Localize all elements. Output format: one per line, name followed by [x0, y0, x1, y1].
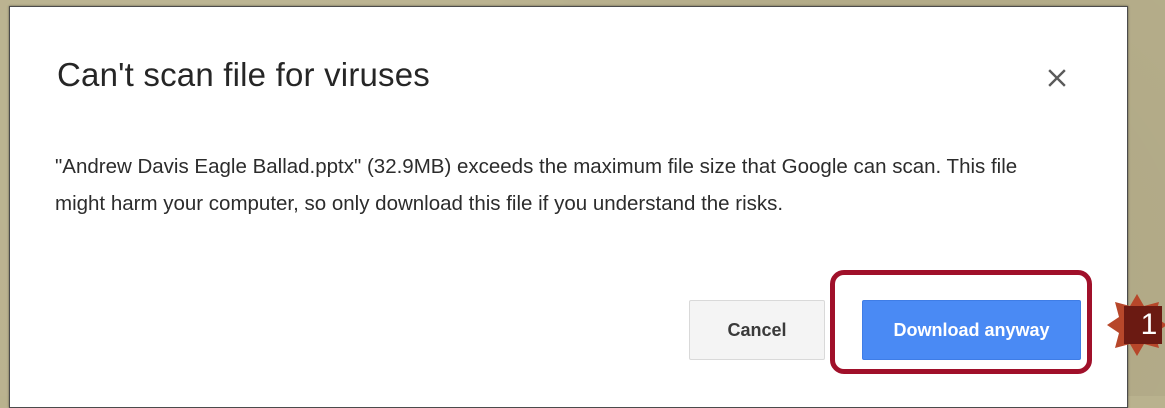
dialog-message: "Andrew Davis Eagle Ballad.pptx" (32.9MB…: [55, 155, 1018, 215]
highlight-box: [830, 270, 1092, 374]
dialog-title: Can't scan file for viruses: [57, 56, 431, 93]
close-button[interactable]: [1043, 64, 1071, 92]
close-icon: [1048, 69, 1066, 87]
cancel-button[interactable]: Cancel: [689, 300, 825, 360]
step-marker: 1: [1107, 292, 1165, 358]
step-number: 1: [1140, 308, 1158, 341]
